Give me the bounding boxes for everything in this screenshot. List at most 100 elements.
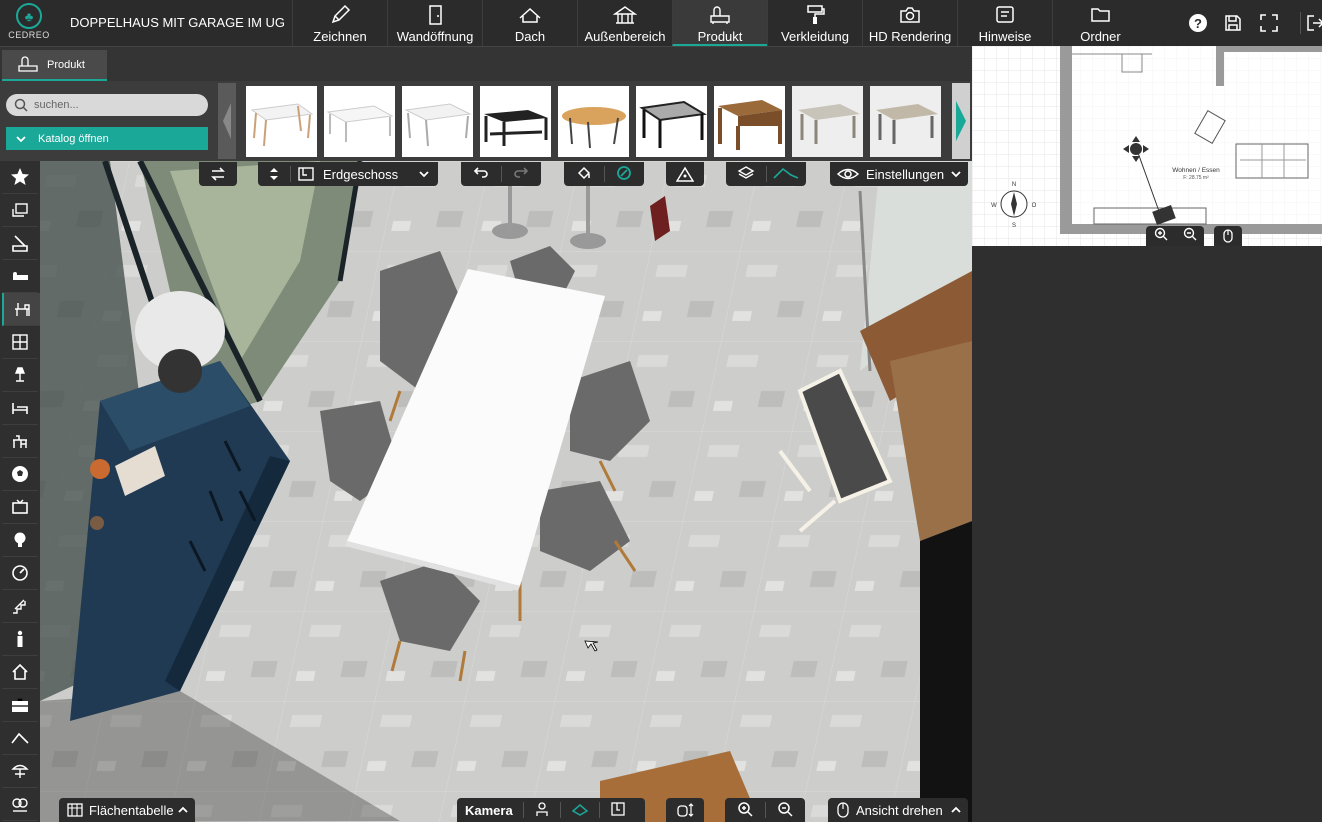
door-icon <box>429 5 442 25</box>
camera-height-button[interactable] <box>666 798 704 822</box>
sidebar-item-sofa[interactable] <box>2 260 38 293</box>
product-thumbnail[interactable] <box>324 86 395 157</box>
3d-viewport[interactable]: Erdgeschoss Einstellungen <box>40 161 972 822</box>
help-button[interactable]: ? <box>1187 12 1209 34</box>
measure-button[interactable] <box>666 162 704 186</box>
floor-selector[interactable]: Erdgeschoss <box>258 162 438 186</box>
sidebar-item-heating[interactable] <box>2 557 38 590</box>
sidebar-item-sports[interactable] <box>2 458 38 491</box>
storage-icon <box>12 334 28 350</box>
product-thumbnail[interactable] <box>402 86 473 157</box>
zoom-group <box>725 798 805 822</box>
eyedropper-button[interactable] <box>605 165 645 184</box>
tab-wandoeffnung[interactable]: Wandöffnung <box>387 0 482 46</box>
sidebar-item-office[interactable] <box>2 425 38 458</box>
category-sidebar <box>0 161 40 822</box>
layers-icon <box>737 165 755 179</box>
sidebar-item-bedroom[interactable] <box>2 392 38 425</box>
sidebar-item-lights[interactable] <box>2 524 38 557</box>
tab-label: Wandöffnung <box>396 29 474 44</box>
product-icon <box>18 55 38 72</box>
area-table-button[interactable]: Flächentabelle <box>59 798 195 822</box>
compass-w: W <box>991 203 997 209</box>
scroll-right-button[interactable] <box>952 83 970 159</box>
search-placeholder: suchen... <box>34 99 79 111</box>
save-button[interactable] <box>1222 12 1244 34</box>
sidebar-item-appliances[interactable] <box>2 491 38 524</box>
sidebar-item-people[interactable] <box>2 623 38 656</box>
tab-verkleidung[interactable]: Verkleidung <box>767 0 862 46</box>
table-icon <box>67 803 83 817</box>
tab-produkt[interactable]: Produkt <box>672 0 767 46</box>
tab-ordner[interactable]: Ordner <box>1052 0 1148 46</box>
product-thumbnail[interactable] <box>714 86 785 157</box>
right-panel <box>972 246 1322 822</box>
terrain-view-button[interactable] <box>767 166 807 183</box>
sidebar-item-dining[interactable] <box>2 293 40 326</box>
save-icon <box>1225 15 1241 31</box>
logout-icon <box>1307 15 1322 31</box>
tab-label: Hinweise <box>978 29 1032 44</box>
minimap-mouse-button[interactable] <box>1214 226 1242 246</box>
product-thumbnail[interactable] <box>870 86 941 157</box>
logout-button[interactable] <box>1300 12 1322 34</box>
ball-icon <box>12 466 28 482</box>
rotate-view-button[interactable]: Ansicht drehen <box>828 798 968 822</box>
subtab-produkt[interactable]: Produkt <box>2 50 107 81</box>
triangle-ruler-icon <box>676 166 694 182</box>
sidebar-item-vegetation[interactable] <box>2 788 38 821</box>
product-thumbnail[interactable] <box>636 86 707 157</box>
chevron-left-icon <box>223 103 231 139</box>
main-tabs: Zeichnen Wandöffnung Dach Außenbereich P… <box>292 0 1148 46</box>
tab-hd-rendering[interactable]: HD Rendering <box>862 0 957 46</box>
layers-button[interactable] <box>726 165 766 184</box>
sidebar-item-garden-furniture[interactable] <box>2 755 38 788</box>
chevron-down-icon <box>16 135 26 142</box>
sidebar-item-stairs[interactable] <box>2 590 38 623</box>
zoom-in-button[interactable] <box>725 801 765 820</box>
redo-button[interactable] <box>502 166 542 183</box>
tab-dach[interactable]: Dach <box>482 0 577 46</box>
person-view-button[interactable] <box>534 801 550 820</box>
sidebar-item-lighting[interactable] <box>2 359 38 392</box>
swap-icon <box>211 167 225 181</box>
sidebar-item-storage[interactable] <box>2 326 38 359</box>
minimap-zoom-in-button[interactable] <box>1154 227 1168 246</box>
room-area: F: 28.75 m² <box>1183 175 1209 181</box>
scroll-left-button[interactable] <box>218 83 236 159</box>
search-input[interactable]: suchen... <box>6 94 208 116</box>
sidebar-item-terrain[interactable] <box>2 722 38 755</box>
zoom-out-button[interactable] <box>766 801 806 820</box>
aerial-view-button[interactable] <box>571 801 589 820</box>
chevron-down-icon <box>419 171 429 178</box>
cedreo-logo[interactable]: ♣ CEDREO <box>4 3 54 43</box>
sidebar-item-bathroom[interactable] <box>2 227 38 260</box>
sidebar-item-favorites[interactable] <box>2 161 38 194</box>
tab-label: Zeichnen <box>313 29 367 44</box>
floor-plan-minimap[interactable]: Wohnen / Essen F: 28.75 m² N S W O <box>972 46 1322 246</box>
sidebar-item-exterior[interactable] <box>2 656 38 689</box>
settings-button[interactable]: Einstellungen <box>830 162 968 186</box>
sidebar-item-cabinets[interactable] <box>2 689 38 722</box>
product-thumbnail[interactable] <box>480 86 551 157</box>
open-catalog-button[interactable]: Katalog öffnen <box>6 127 208 150</box>
paint-bucket-button[interactable] <box>564 165 604 184</box>
camera-toolbar: Kamera <box>457 798 645 822</box>
undo-button[interactable] <box>461 166 501 183</box>
zoom-out-icon <box>1183 227 1196 240</box>
toolbox-icon <box>12 697 28 712</box>
tab-zeichnen[interactable]: Zeichnen <box>292 0 387 46</box>
parasol-icon <box>11 764 29 778</box>
product-thumbnail[interactable] <box>558 86 629 157</box>
product-thumbnail[interactable] <box>246 86 317 157</box>
fullscreen-button[interactable] <box>1258 12 1280 34</box>
tab-hinweise[interactable]: Hinweise <box>957 0 1052 46</box>
chevron-right-icon <box>956 101 966 141</box>
sidebar-item-kitchen[interactable] <box>2 194 38 227</box>
plan-view-button[interactable] <box>610 801 626 820</box>
minimap-zoom-out-button[interactable] <box>1183 227 1197 246</box>
tab-aussenbereich[interactable]: Außenbereich <box>577 0 672 46</box>
floor-plan-drawing: Wohnen / Essen F: 28.75 m² N S W O <box>972 46 1322 246</box>
product-thumbnail[interactable] <box>792 86 863 157</box>
swap-view-button[interactable] <box>199 162 237 186</box>
